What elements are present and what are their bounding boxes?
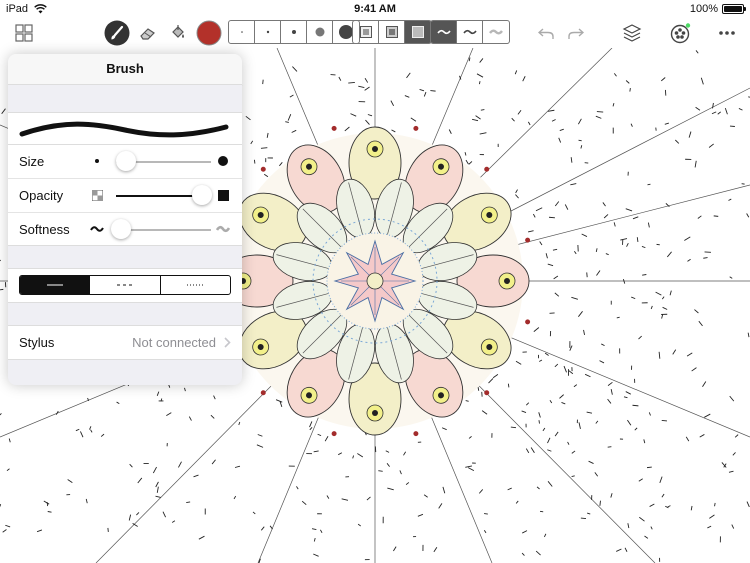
small-dot-icon bbox=[95, 159, 99, 163]
eraser-icon bbox=[140, 28, 155, 40]
brush-preview bbox=[8, 112, 242, 147]
redo-button[interactable] bbox=[566, 18, 586, 48]
softness-slider-knob[interactable] bbox=[110, 219, 131, 239]
layers-button[interactable] bbox=[620, 18, 644, 48]
brush-size-selector bbox=[228, 20, 360, 44]
brush-size-4[interactable] bbox=[307, 21, 333, 43]
stylus-status: Not connected bbox=[132, 335, 216, 350]
softness-label: Softness bbox=[19, 222, 70, 237]
size-label: Size bbox=[19, 154, 45, 169]
size-slider-knob[interactable] bbox=[115, 151, 136, 171]
wave-icon bbox=[436, 29, 451, 35]
toolbar bbox=[0, 18, 750, 48]
texture-dark[interactable] bbox=[405, 21, 431, 43]
redo-icon bbox=[568, 28, 584, 39]
hard-wave-icon bbox=[90, 226, 104, 232]
fill-bucket-icon bbox=[172, 25, 184, 38]
dotted-line-icon bbox=[187, 284, 204, 286]
texture-medium[interactable] bbox=[379, 21, 405, 43]
layers-icon bbox=[622, 24, 642, 42]
eraser-tool-button[interactable] bbox=[137, 18, 159, 48]
softness-row: Softness bbox=[8, 212, 242, 246]
stroke-style-selector bbox=[430, 20, 510, 44]
clock: 9:41 AM bbox=[354, 3, 396, 15]
line-style-solid[interactable] bbox=[20, 276, 91, 294]
line-style-group bbox=[8, 268, 242, 303]
dashed-line-icon bbox=[116, 284, 133, 286]
texture-light-icon bbox=[359, 26, 372, 38]
undo-icon bbox=[538, 28, 554, 39]
brush-settings: Size Opacity Softness bbox=[8, 144, 242, 246]
large-dot-icon bbox=[218, 156, 228, 166]
more-icon bbox=[719, 31, 735, 35]
line-style-selector bbox=[19, 275, 231, 295]
status-bar: iPad 9:41 AM 100% bbox=[0, 0, 750, 18]
battery-percent: 100% bbox=[689, 3, 718, 15]
transparent-square-icon bbox=[92, 190, 103, 201]
brush-size-3[interactable] bbox=[281, 21, 307, 43]
gallery-button[interactable] bbox=[12, 18, 36, 48]
brush-panel: Brush Size Opacity Softness Stylus Not c… bbox=[8, 54, 242, 385]
battery-icon bbox=[722, 4, 746, 14]
color-picker-button[interactable] bbox=[196, 18, 222, 48]
chevron-right-icon bbox=[224, 337, 231, 348]
solid-line-icon bbox=[46, 284, 63, 286]
brush-size-2[interactable] bbox=[255, 21, 281, 43]
panel-title: Brush bbox=[8, 54, 242, 85]
mandala-artwork bbox=[219, 125, 531, 437]
line-style-dashed[interactable] bbox=[90, 276, 161, 294]
brush-tool-button[interactable] bbox=[104, 18, 130, 48]
wave-blur-icon bbox=[489, 29, 503, 35]
texture-dark-icon bbox=[412, 26, 424, 38]
texture-medium-icon bbox=[385, 26, 398, 38]
opacity-row: Opacity bbox=[8, 178, 242, 212]
symmetry-icon bbox=[670, 23, 691, 44]
symmetry-button[interactable] bbox=[668, 18, 692, 48]
fill-tool-button[interactable] bbox=[168, 18, 188, 48]
soft-wave-icon bbox=[216, 225, 230, 233]
opaque-square-icon bbox=[218, 190, 229, 201]
brush-stroke-preview bbox=[19, 121, 229, 138]
texture-light[interactable] bbox=[353, 21, 379, 43]
stylus-label: Stylus bbox=[19, 335, 55, 350]
line-style-dotted[interactable] bbox=[161, 276, 230, 294]
stylus-row[interactable]: Stylus Not connected bbox=[8, 325, 242, 360]
stroke-rough[interactable] bbox=[457, 21, 483, 43]
opacity-label: Opacity bbox=[19, 188, 64, 203]
size-row: Size bbox=[8, 145, 242, 178]
stroke-soft[interactable] bbox=[483, 21, 509, 43]
undo-button[interactable] bbox=[536, 18, 556, 48]
brush-icon bbox=[104, 20, 130, 46]
stroke-smooth[interactable] bbox=[431, 21, 457, 43]
color-swatch-icon bbox=[196, 20, 222, 46]
brush-size-1[interactable] bbox=[229, 21, 255, 43]
opacity-slider-knob[interactable] bbox=[191, 185, 212, 205]
grid-icon bbox=[15, 24, 33, 42]
more-button[interactable] bbox=[716, 18, 738, 48]
brush-texture-selector bbox=[352, 20, 432, 44]
wave-icon bbox=[462, 29, 477, 35]
